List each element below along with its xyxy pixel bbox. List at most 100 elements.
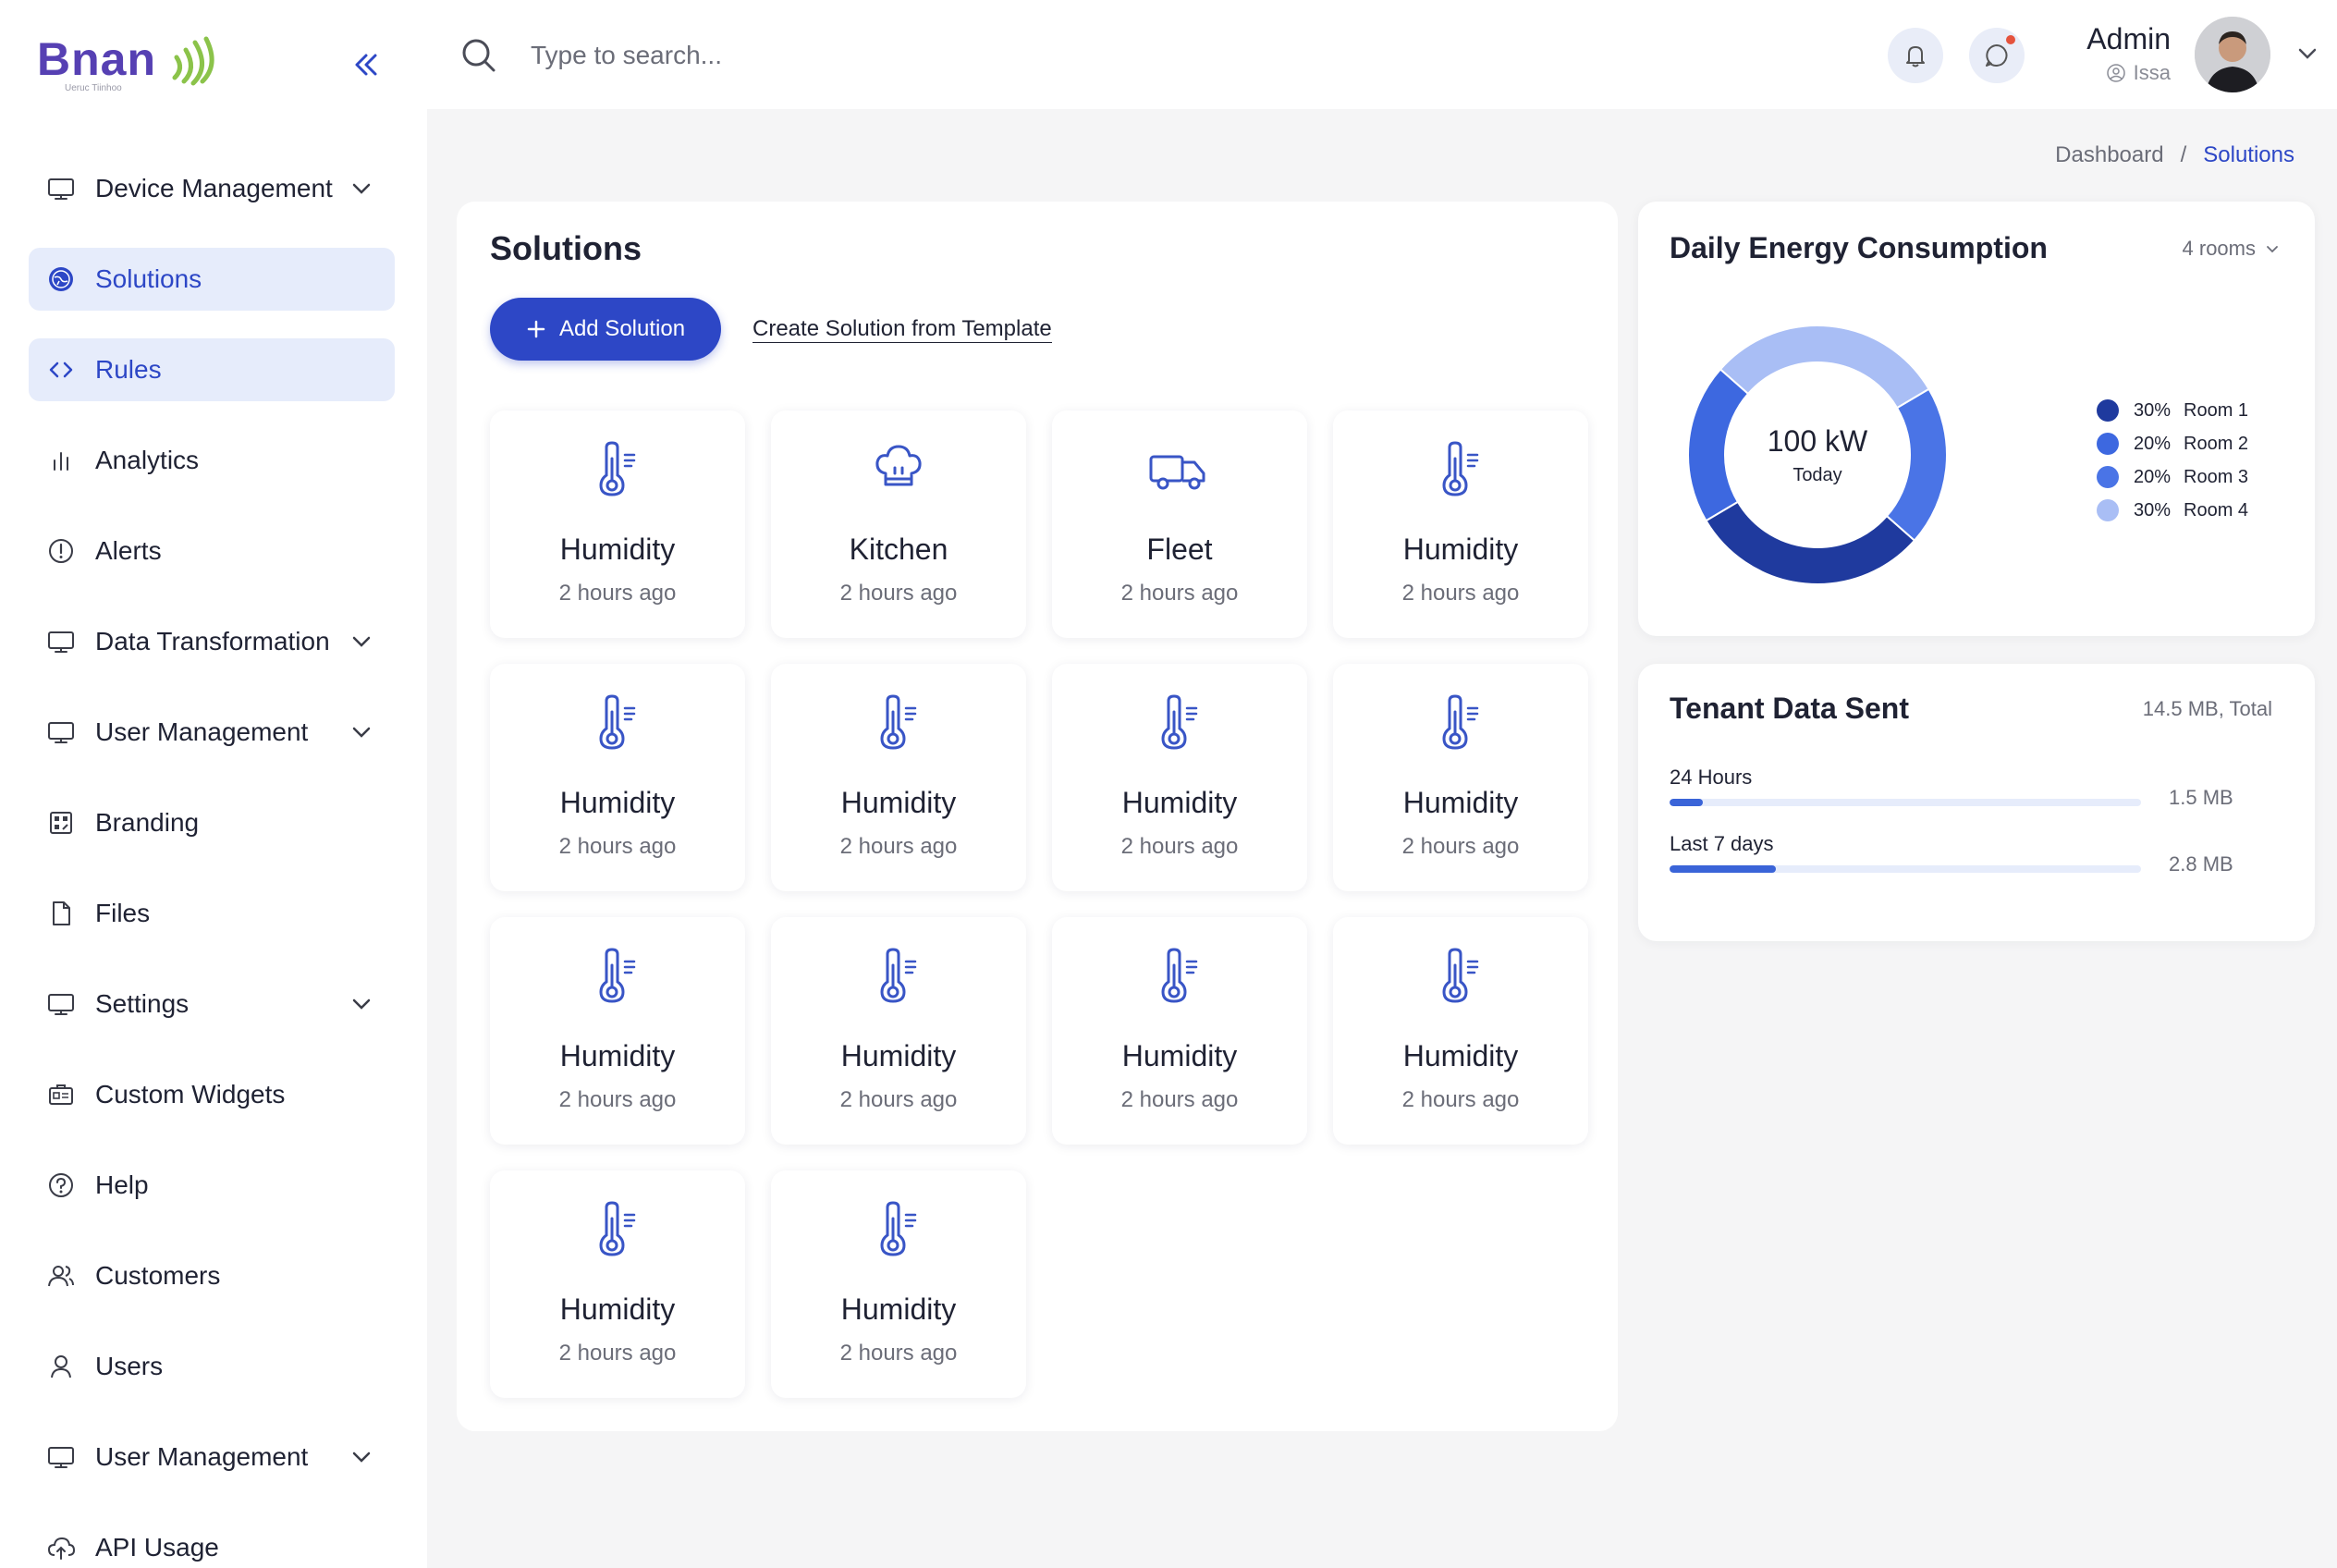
solution-card-time: 2 hours ago (558, 1341, 677, 1366)
monitor-icon (45, 173, 77, 204)
legend-percent: 20% (2134, 466, 2172, 487)
chevron-down-icon[interactable] (349, 176, 374, 202)
cloud-upload-icon (45, 1532, 77, 1563)
solution-card-name: Humidity (1121, 786, 1238, 819)
breadcrumb-dashboard[interactable]: Dashboard (2055, 142, 2163, 168)
solution-card[interactable]: Humidity 2 hours ago (1052, 664, 1307, 891)
solution-card-name: Humidity (840, 1292, 957, 1326)
sidebar-item-label: Analytics (95, 446, 200, 474)
avatar-image (2195, 17, 2270, 92)
legend-label: Room 1 (2184, 399, 2249, 421)
chevron-down-icon[interactable] (2294, 41, 2320, 67)
sidebar-item-customers[interactable]: Customers (29, 1244, 395, 1307)
sidebar-item-rules[interactable]: Rules (29, 338, 395, 401)
legend-item: 30% Room 1 (2097, 394, 2248, 427)
solution-card[interactable]: Humidity 2 hours ago (771, 664, 1026, 891)
collapse-sidebar-button[interactable] (348, 46, 385, 83)
legend-swatch (2097, 433, 2119, 455)
donut-slice-room-1[interactable] (1705, 500, 1916, 585)
solution-card-name: Humidity (1402, 786, 1519, 819)
notification-dot (2006, 35, 2015, 44)
legend-percent: 30% (2134, 499, 2172, 521)
chevron-down-icon[interactable] (349, 991, 374, 1017)
usage-progress-bar (1670, 799, 2141, 806)
sidebar-item-user-management[interactable]: User Management (29, 701, 395, 764)
chevron-down-icon[interactable] (349, 1444, 374, 1470)
user-name: Admin (2086, 22, 2171, 55)
solution-card-name: Humidity (559, 533, 676, 566)
sidebar-item-solutions[interactable]: Solutions (29, 248, 395, 311)
add-solution-label: Add Solution (558, 316, 686, 341)
sidebar-item-settings[interactable]: Settings (29, 973, 395, 1035)
sidebar-item-custom-widgets[interactable]: Custom Widgets (29, 1063, 395, 1126)
sidebar-item-label: Device Management (95, 174, 333, 202)
user-role: Issa (2106, 61, 2171, 85)
sidebar-item-label: Help (95, 1170, 149, 1199)
sidebar-item-users[interactable]: Users (29, 1335, 395, 1398)
code-icon (45, 354, 77, 386)
solution-card-time: 2 hours ago (839, 581, 958, 606)
sidebar-item-user-management[interactable]: User Management (29, 1426, 395, 1488)
add-solution-button[interactable]: Add Solution (490, 298, 721, 361)
sidebar-item-label: API Usage (95, 1533, 219, 1562)
sidebar-item-device-management[interactable]: Device Management (29, 157, 395, 220)
search-icon[interactable] (460, 37, 497, 74)
solution-card[interactable]: Humidity 2 hours ago (490, 664, 745, 891)
usage-progress-bar (1670, 865, 2141, 873)
solution-card[interactable]: Humidity 2 hours ago (771, 1170, 1026, 1398)
notifications-button[interactable] (1888, 28, 1943, 83)
sidebar-item-help[interactable]: Help (29, 1154, 395, 1217)
solution-card[interactable]: Kitchen 2 hours ago (771, 410, 1026, 638)
chevron-down-icon[interactable] (349, 719, 374, 745)
solution-card[interactable]: Humidity 2 hours ago (490, 410, 745, 638)
chevron-down-icon[interactable] (349, 629, 374, 655)
legend-item: 20% Room 3 (2097, 460, 2248, 494)
sidebar-item-files[interactable]: Files (29, 882, 395, 945)
solution-card[interactable]: Humidity 2 hours ago (1333, 410, 1588, 638)
tenant-panel: Tenant Data Sent 14.5 MB, Total 24 Hours… (1638, 664, 2315, 941)
solution-card[interactable]: Humidity 2 hours ago (490, 1170, 745, 1398)
solution-card[interactable]: Humidity 2 hours ago (490, 917, 745, 1145)
solution-card-name: Humidity (559, 1292, 676, 1326)
energy-legend: 30% Room 1 20% Room 2 20% Room 3 30% Room 4 (2097, 394, 2248, 527)
donut-slice-room-3[interactable] (1885, 387, 1948, 542)
search-input[interactable] (531, 33, 1085, 78)
chef-hat-icon (771, 440, 1026, 499)
solution-card[interactable]: Humidity 2 hours ago (1052, 917, 1307, 1145)
chevrons-left-icon (355, 54, 377, 76)
sidebar-item-branding[interactable]: Branding (29, 791, 395, 854)
palette-grid-icon (45, 807, 77, 839)
bar-chart-icon (45, 445, 77, 476)
chat-bubble-icon (1986, 44, 2008, 67)
solution-card[interactable]: Fleet 2 hours ago (1052, 410, 1307, 638)
solution-card-name: Kitchen (849, 533, 948, 566)
sidebar-item-label: Solutions (95, 264, 202, 293)
monitor-icon (45, 1441, 77, 1473)
avatar[interactable] (2195, 17, 2270, 92)
sidebar-item-analytics[interactable]: Analytics (29, 429, 395, 492)
donut-slice-room-4[interactable] (1719, 325, 1930, 410)
monitor-icon (45, 626, 77, 657)
user-circle-icon (2106, 64, 2125, 82)
sidebar-item-api-usage[interactable]: API Usage (29, 1516, 395, 1568)
solution-card-time: 2 hours ago (558, 834, 677, 859)
monitor-icon (45, 717, 77, 748)
donut-slice-room-2[interactable] (1687, 368, 1750, 522)
brand-tagline: Ueruc Tiinhoo (65, 83, 122, 93)
solution-card-name: Humidity (840, 786, 957, 819)
thermometer-icon (490, 693, 745, 753)
sidebar-item-alerts[interactable]: Alerts (29, 520, 395, 582)
solution-card[interactable]: Humidity 2 hours ago (1333, 917, 1588, 1145)
rooms-select[interactable]: 4 rooms (2183, 237, 2280, 261)
sidebar-item-data-transformation[interactable]: Data Transformation (29, 610, 395, 673)
plus-icon (527, 320, 545, 338)
solution-card[interactable]: Humidity 2 hours ago (771, 917, 1026, 1145)
thermometer-icon (490, 1200, 745, 1259)
thermometer-icon (490, 440, 745, 499)
page-title: Solutions (490, 229, 642, 267)
rooms-select-value: 4 rooms (2182, 237, 2256, 260)
messages-button[interactable] (1969, 28, 2025, 83)
solution-card[interactable]: Humidity 2 hours ago (1333, 664, 1588, 891)
brand-logo[interactable]: Bnan Ueruc Tiinhoo (37, 31, 223, 93)
create-from-template-link[interactable]: Create Solution from Template (752, 316, 1052, 343)
